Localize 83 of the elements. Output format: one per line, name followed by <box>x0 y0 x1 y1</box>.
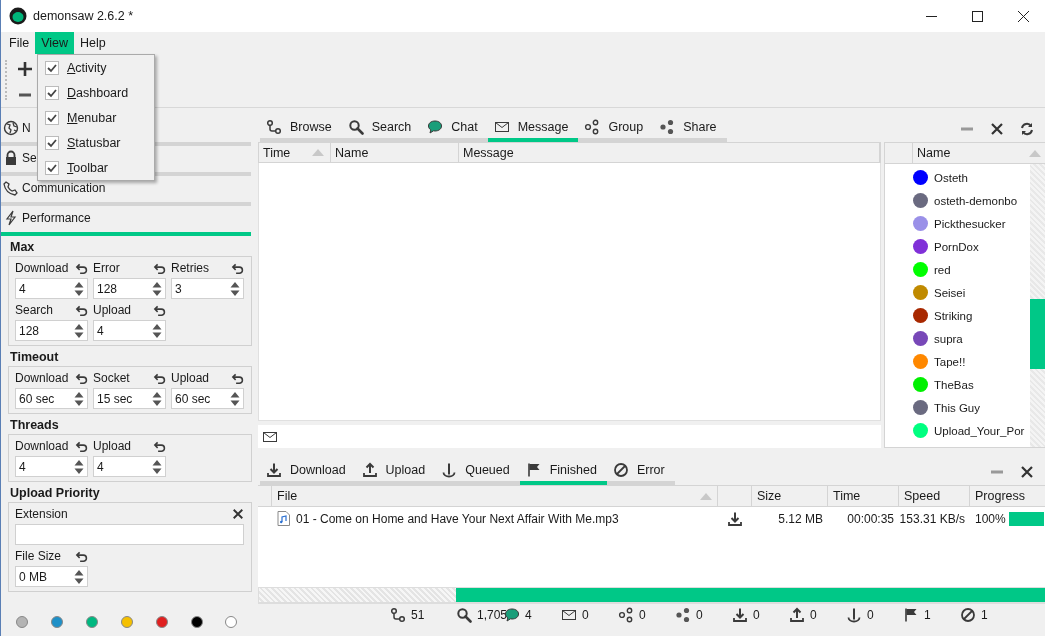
menu-option[interactable]: Statusbar <box>38 130 154 155</box>
spin-field[interactable]: 3 <box>171 278 244 299</box>
spin-field[interactable]: 128 <box>15 320 88 341</box>
user-name[interactable]: red <box>934 263 951 276</box>
user-name[interactable]: This Guy <box>934 401 980 414</box>
user-name[interactable]: Pickthesucker <box>934 217 1006 230</box>
sidebar-section[interactable]: Performance <box>1 206 92 226</box>
column-header[interactable]: Name <box>331 143 459 162</box>
status-count: 0 <box>639 607 646 622</box>
user-name[interactable]: Tape!! <box>934 355 966 368</box>
column-header[interactable]: Message <box>459 143 880 162</box>
status-count: 1 <box>981 607 988 622</box>
file-name: 01 - Come on Home and Have Your Next Affair With Me.mp3 <box>296 511 619 526</box>
tab[interactable]: Chat <box>421 116 488 142</box>
spin-field[interactable]: 60 sec <box>15 388 88 409</box>
table-cell-text: 153.31 KB/s <box>899 510 966 528</box>
column-header[interactable]: Speed <box>899 486 970 506</box>
spin-field[interactable]: 0 MB <box>15 566 88 587</box>
field-label: Download <box>15 261 69 275</box>
spin-field[interactable]: 4 <box>93 456 166 477</box>
spin-field[interactable]: 4 <box>93 320 166 341</box>
menu-item[interactable]: File <box>3 32 36 54</box>
user-name[interactable]: supra <box>934 332 963 345</box>
spin-field[interactable]: 4 <box>15 278 88 299</box>
tab[interactable]: Queued <box>435 459 520 485</box>
column-header[interactable]: Time <box>828 486 899 506</box>
window-title: demonsaw 2.6.2 * <box>33 9 134 23</box>
status-count: 0 <box>582 607 589 622</box>
field-label: Download <box>15 439 69 453</box>
tab[interactable]: Share <box>653 116 727 142</box>
tab[interactable]: Download <box>260 459 356 485</box>
tab[interactable]: Browse <box>260 116 342 142</box>
tab[interactable]: Upload <box>355 459 436 485</box>
field-label: Error <box>93 261 120 275</box>
progress-text: 100% <box>975 511 1006 526</box>
user-name[interactable]: Striking <box>934 309 973 322</box>
group-title: Threads <box>9 417 60 434</box>
column-header[interactable]: File <box>272 486 718 506</box>
status-count: 0 <box>810 607 817 622</box>
field-label: Search <box>15 303 54 317</box>
menu-option[interactable]: Dashboard <box>38 80 154 105</box>
sidebar-section[interactable]: N <box>1 116 32 136</box>
spin-field[interactable]: 4 <box>15 456 88 477</box>
field-label: Extension <box>15 507 68 521</box>
tab[interactable]: Search <box>341 116 422 142</box>
group-title: Timeout <box>9 349 60 366</box>
menu-item[interactable]: Help <box>74 32 112 54</box>
group-title: Upload Priority <box>9 485 101 502</box>
field-label: Upload <box>93 439 132 453</box>
field-label: Retries <box>171 261 209 275</box>
status-count: 51 <box>411 607 425 622</box>
table-cell-text: 5.12 MB <box>777 510 824 528</box>
column-header[interactable]: Progress <box>970 486 1045 506</box>
status-count: 0 <box>696 607 703 622</box>
field-label: Socket <box>93 371 130 385</box>
user-name[interactable]: Osteth <box>934 171 968 184</box>
status-count: 0 <box>753 607 760 622</box>
table-cell-text: 00:00:35 <box>846 510 895 528</box>
user-name[interactable]: TheBas <box>934 378 974 391</box>
group-title: Max <box>9 239 36 256</box>
column-header[interactable]: Time <box>259 143 331 162</box>
field-label: Upload <box>93 303 132 317</box>
menu-item[interactable]: View <box>35 32 75 54</box>
spin-field[interactable]: 15 sec <box>93 388 166 409</box>
field-label: Download <box>15 371 69 385</box>
tab[interactable]: Group <box>578 116 654 142</box>
status-count: 4 <box>525 607 532 622</box>
menu-option[interactable]: Activity <box>38 55 154 80</box>
user-name[interactable]: Seisei <box>934 286 966 299</box>
sidebar-section[interactable]: Se <box>1 146 38 166</box>
menu-option[interactable]: Menubar <box>38 105 154 130</box>
spin-field[interactable]: 60 sec <box>171 388 244 409</box>
field-label: File Size <box>15 549 61 563</box>
tab[interactable]: Error <box>606 459 675 485</box>
status-count: 1 <box>924 607 931 622</box>
user-name[interactable]: PornDox <box>934 240 979 253</box>
user-name[interactable]: osteth-demonbo <box>934 194 1018 207</box>
spin-field[interactable]: 128 <box>93 278 166 299</box>
status-count: 0 <box>867 607 874 622</box>
user-name[interactable]: Upload_Your_Por <box>934 424 1025 437</box>
column-header[interactable]: Size <box>752 486 828 506</box>
field-label: Upload <box>171 371 210 385</box>
status-count: 1,705 <box>477 607 508 622</box>
